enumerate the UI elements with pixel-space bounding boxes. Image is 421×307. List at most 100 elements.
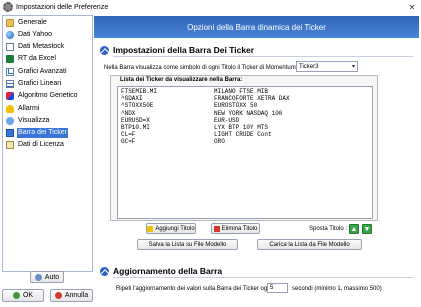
ticker-name: LYX BTP 10Y MTS: [214, 123, 269, 131]
sidebar-item-label: Grafici Lineari: [18, 80, 62, 87]
sidebar-item-rt-da-excel[interactable]: RT da Excel: [6, 54, 57, 64]
close-button[interactable]: ✕: [405, 1, 419, 13]
globe-icon: [6, 31, 14, 39]
add-ticker-label: Aggiungi Titolo: [155, 225, 195, 232]
license-icon: [6, 141, 14, 149]
ok-button[interactable]: OK: [2, 289, 44, 302]
ticker-line: EURUSD=X EUR-USD: [121, 117, 369, 124]
ticker-symbol: EURUSD=X: [121, 116, 150, 124]
ticker-line: FTSEMIB.MI MILANO FTSE MIB: [121, 88, 369, 95]
section-bullet-icon: [100, 266, 109, 276]
update-interval-label: Ripeti l'aggiornamento dei valori sulla …: [116, 286, 274, 292]
ticker-symbol: GC=F: [121, 138, 136, 146]
chart-icon: [6, 68, 14, 76]
eye-icon: [6, 117, 14, 125]
app-icon: [3, 2, 13, 12]
ticker-line: ^STOXX50E EUROSTOXX 50: [121, 102, 369, 109]
ticker-name: NEW YORK NASDAQ 100: [214, 109, 283, 117]
arrow-down-icon: ▼: [363, 225, 371, 233]
sidebar-item-algoritmo-genetico[interactable]: Algoritmo Genetico: [6, 91, 79, 101]
section-bullet-icon: [100, 45, 109, 55]
ticker-settings-title-text: Impostazioni della Barra Dei Ticker: [113, 45, 255, 55]
sidebar-item-grafici-lineari[interactable]: Grafici Lineari: [6, 79, 62, 89]
header-banner: Opzioni della Barra dinamica dei Ticker: [94, 16, 419, 38]
divider: [113, 56, 413, 57]
ticker-list-textarea[interactable]: FTSEMIB.MI MILANO FTSE MIB ^GDAXI FRANCOFO…: [117, 86, 373, 219]
delete-icon: [213, 225, 220, 232]
chevron-down-icon: ▾: [351, 64, 355, 70]
cancel-button[interactable]: Annulla: [50, 289, 93, 302]
sidebar-item-label: Dati di Licenza: [18, 141, 64, 148]
ticker-line: CL=F LIGHT CRUDE Cont: [121, 131, 369, 138]
move-ticker-label: Sposta Titolo :: [309, 226, 348, 232]
update-seconds-value: 5: [270, 285, 274, 291]
ticker-settings-title: Impostazioni della Barra Dei Ticker: [100, 45, 254, 55]
momentum-select-value: Ticker3: [299, 63, 319, 70]
ticker-name: ORO: [214, 138, 225, 146]
sidebar-item-label: Barra dei Ticker: [17, 128, 69, 138]
ticker-line: ^GDAXI FRANCOFORTE XETRA DAX: [121, 95, 369, 102]
line-chart-icon: [6, 80, 14, 88]
sidebar-item-grafici-avanzati[interactable]: Grafici Avanzati: [6, 67, 68, 77]
sidebar-item-label: Grafici Avanzati: [18, 68, 67, 75]
sidebar-item-label: Dati Metastock: [18, 43, 65, 50]
ticker-name: MILANO FTSE MIB: [214, 88, 269, 95]
sidebar-item-label: Dati Yahoo: [18, 31, 52, 38]
ticker-symbol: ^NDX: [121, 109, 136, 117]
save-list-button[interactable]: Salva la Lista su File Modello: [137, 239, 238, 250]
ticker-icon: [6, 129, 14, 137]
update-seconds-input[interactable]: 5: [267, 283, 288, 293]
ticker-symbol: FTSEMIB.MI: [121, 88, 158, 95]
cancel-button-label: Annulla: [64, 292, 89, 299]
folder-icon: [6, 19, 14, 27]
ticker-line: GC=F ORO: [121, 138, 369, 145]
cancel-icon: [54, 292, 62, 299]
ticker-name: LIGHT CRUDE Cont: [214, 131, 272, 139]
update-section-title: Aggiornamento della Barra: [100, 266, 222, 276]
ticker-line: ^NDX NEW YORK NASDAQ 100: [121, 110, 369, 117]
momentum-select[interactable]: Ticker3 ▾: [296, 61, 358, 72]
auto-button[interactable]: Auto: [30, 271, 64, 283]
excel-icon: [6, 55, 14, 63]
sidebar-item-dati-di-licenza[interactable]: Dati di Licenza: [6, 140, 65, 150]
auto-button-label: Auto: [44, 273, 60, 281]
sidebar-item-generale[interactable]: Generale: [6, 18, 48, 28]
sidebar-item-label: Generale: [18, 19, 47, 26]
ticker-symbol: CL=F: [121, 131, 136, 139]
add-ticker-button[interactable]: Aggiungi Titolo: [146, 223, 196, 234]
delete-ticker-label: Elimina Titolo: [221, 225, 258, 232]
check-icon: [12, 292, 20, 299]
sidebar-item-label: RT da Excel: [18, 55, 56, 62]
save-list-label: Salva la Lista su File Modello: [148, 241, 227, 248]
ticker-symbol: ^GDAXI: [121, 95, 143, 103]
document-icon: [6, 43, 14, 51]
auto-icon: [34, 273, 42, 281]
window-title: Impostazioni delle Preferenze: [16, 3, 109, 11]
ok-button-label: OK: [22, 292, 34, 299]
delete-ticker-button[interactable]: Elimina Titolo: [211, 223, 260, 234]
sidebar-item-label: Visualizza: [18, 117, 50, 124]
title-bar: Impostazioni delle Preferenze ✕: [0, 0, 421, 14]
momentum-label: Nella Barra visualizza come simbolo di o…: [104, 65, 298, 71]
ticker-symbol: BTP10.MI: [121, 123, 150, 131]
load-list-button[interactable]: Carica la Lista da File Modello: [257, 239, 362, 250]
ticker-symbol: ^STOXX50E: [121, 102, 154, 110]
ticker-name: EUR-USD: [214, 116, 240, 124]
ticker-name: EUROSTOXX 50: [214, 102, 258, 110]
alarm-icon: [6, 105, 14, 113]
add-icon: [147, 225, 154, 232]
ticker-list-label: Lista dei Ticker da visualizzare nella B…: [120, 77, 243, 83]
sidebar-item-allarmi[interactable]: Allarmi: [6, 104, 40, 114]
sidebar-item-dati-metastock[interactable]: Dati Metastock: [6, 42, 65, 52]
move-down-button[interactable]: ▼: [362, 224, 372, 234]
sidebar-item-label: Allarmi: [18, 105, 40, 112]
ticker-line: BTP10.MI LYX BTP 10Y MTS: [121, 124, 369, 131]
sidebar-item-barra-dei-ticker[interactable]: Barra dei Ticker: [6, 128, 69, 138]
sidebar-tree: Generale Dati Yahoo Dati Metastock RT da…: [2, 15, 93, 272]
sidebar-item-dati-yahoo[interactable]: Dati Yahoo: [6, 30, 53, 40]
move-up-button[interactable]: ▲: [349, 224, 359, 234]
ticker-name: FRANCOFORTE XETRA DAX: [214, 95, 290, 103]
update-seconds-suffix: secondi (minimo 1, massimo 500): [292, 286, 382, 292]
sidebar-item-visualizza[interactable]: Visualizza: [6, 116, 50, 126]
divider: [113, 277, 413, 278]
